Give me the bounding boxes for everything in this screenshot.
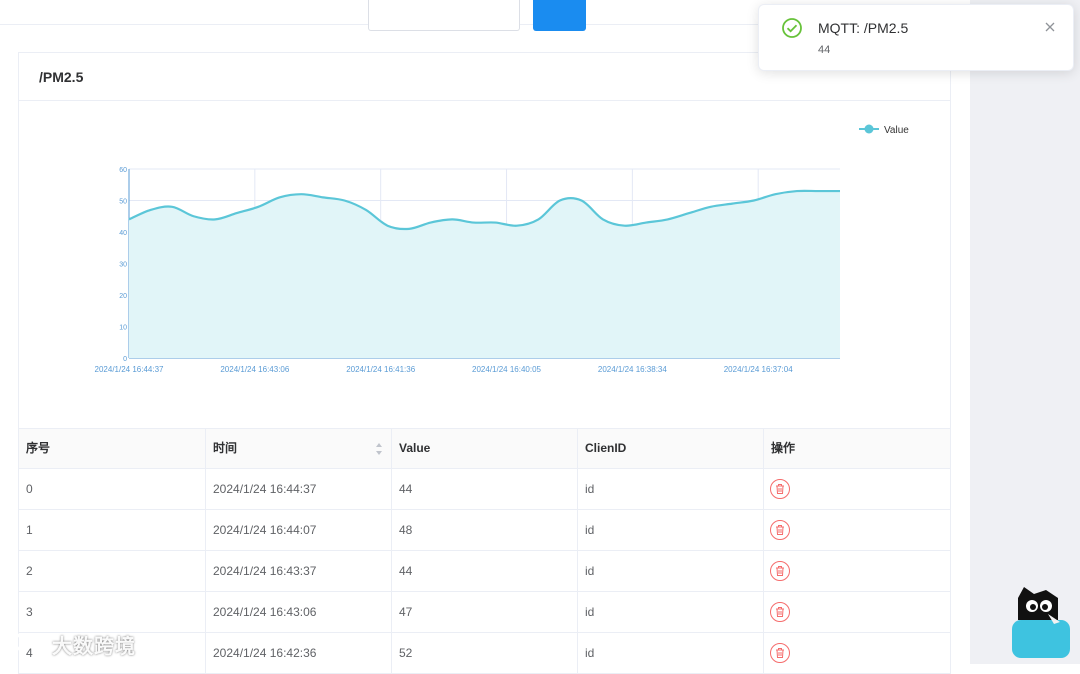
y-tick-label: 0 — [123, 356, 127, 363]
cell-time: 2024/1/24 16:43:37 — [206, 551, 392, 591]
trash-icon — [776, 525, 784, 535]
cell-actions — [764, 551, 950, 591]
table-header-row: 序号 时间 Value ClienID 操作 — [19, 428, 950, 469]
header-actions: 操作 — [771, 441, 796, 455]
watermark-logo — [10, 633, 49, 651]
cell-value: 48 — [392, 510, 578, 550]
x-tick-label: 2024/1/24 16:44:37 — [95, 365, 165, 374]
table-row: 1 2024/1/24 16:44:07 48 id — [19, 510, 950, 551]
cell-index: 3 — [19, 592, 206, 632]
cell-time: 2024/1/24 16:43:06 — [206, 592, 392, 632]
assistant-mascot[interactable] — [1008, 584, 1074, 660]
series-area — [129, 190, 840, 358]
mqtt-notification: MQTT: /PM2.5 44 — [758, 4, 1074, 71]
table-row: 2 2024/1/24 16:43:37 44 id — [19, 551, 950, 592]
cell-index: 2 — [19, 551, 206, 591]
cell-index: 1 — [19, 510, 206, 550]
cell-clientid: id — [578, 469, 764, 509]
trash-icon — [776, 484, 784, 494]
cell-clientid: id — [578, 592, 764, 632]
delete-button[interactable] — [770, 561, 790, 581]
right-side-panel — [970, 0, 1080, 664]
cell-actions — [764, 592, 950, 632]
delete-button[interactable] — [770, 520, 790, 540]
y-tick-label: 60 — [119, 167, 127, 174]
header-index: 序号 — [19, 429, 206, 468]
topic-card: /PM2.5 0 10 20 30 40 50 60 2024/1/24 16:44:37 20… — [18, 52, 951, 674]
close-icon[interactable] — [1045, 22, 1055, 32]
cell-value: 44 — [392, 469, 578, 509]
delete-button[interactable] — [770, 602, 790, 622]
sort-caret-icon[interactable] — [375, 442, 383, 456]
cell-clientid: id — [578, 551, 764, 591]
cell-value: 52 — [392, 633, 578, 673]
y-tick-label: 20 — [119, 293, 127, 300]
delete-button[interactable] — [770, 643, 790, 663]
cell-time: 2024/1/24 16:44:37 — [206, 469, 392, 509]
value-chart: 0 10 20 30 40 50 60 2024/1/24 16:44:37 2024/1/24… — [95, 124, 909, 374]
top-search-input[interactable] — [368, 0, 520, 31]
notification-title: MQTT: /PM2.5 — [818, 20, 909, 36]
page-title: /PM2.5 — [39, 69, 84, 85]
legend-marker — [864, 124, 874, 134]
watermark-text: 大数跨境 — [52, 636, 136, 658]
cell-value: 47 — [392, 592, 578, 632]
top-submit-button[interactable] — [533, 0, 586, 31]
header-time[interactable]: 时间 — [206, 429, 392, 468]
y-tick-label: 10 — [119, 325, 127, 332]
table-row: 3 2024/1/24 16:43:06 47 id — [19, 592, 950, 633]
y-tick-label: 40 — [119, 230, 127, 237]
table-row: 0 2024/1/24 16:44:37 44 id — [19, 469, 950, 510]
x-tick-label: 2024/1/24 16:41:36 — [346, 365, 416, 374]
x-tick-label: 2024/1/24 16:37:04 — [724, 365, 794, 374]
trash-icon — [776, 566, 784, 576]
header-value: Value — [392, 429, 578, 468]
delete-button[interactable] — [770, 479, 790, 499]
header-clientid: ClienID — [578, 429, 764, 468]
cell-time: 2024/1/24 16:44:07 — [206, 510, 392, 550]
check-circle-icon — [782, 18, 802, 38]
x-tick-label: 2024/1/24 16:38:34 — [598, 365, 668, 374]
cell-clientid: id — [578, 510, 764, 550]
y-tick-label: 30 — [119, 262, 127, 269]
trash-icon — [776, 648, 784, 658]
cell-index: 0 — [19, 469, 206, 509]
data-table: 序号 时间 Value ClienID 操作 0 2024/1/24 16:44:… — [19, 428, 950, 674]
x-tick-label: 2024/1/24 16:43:06 — [220, 365, 290, 374]
x-tick-label: 2024/1/24 16:40:05 — [472, 365, 542, 374]
table-row: 4 2024/1/24 16:42:36 52 id — [19, 633, 950, 674]
legend-label: Value — [884, 125, 909, 136]
header-time-label: 时间 — [213, 441, 238, 455]
cell-actions — [764, 633, 950, 673]
cell-actions — [764, 469, 950, 509]
y-tick-label: 50 — [119, 199, 127, 206]
trash-icon — [776, 607, 784, 617]
notification-message: 44 — [818, 44, 831, 56]
cell-time: 2024/1/24 16:42:36 — [206, 633, 392, 673]
cell-clientid: id — [578, 633, 764, 673]
cell-actions — [764, 510, 950, 550]
cell-value: 44 — [392, 551, 578, 591]
